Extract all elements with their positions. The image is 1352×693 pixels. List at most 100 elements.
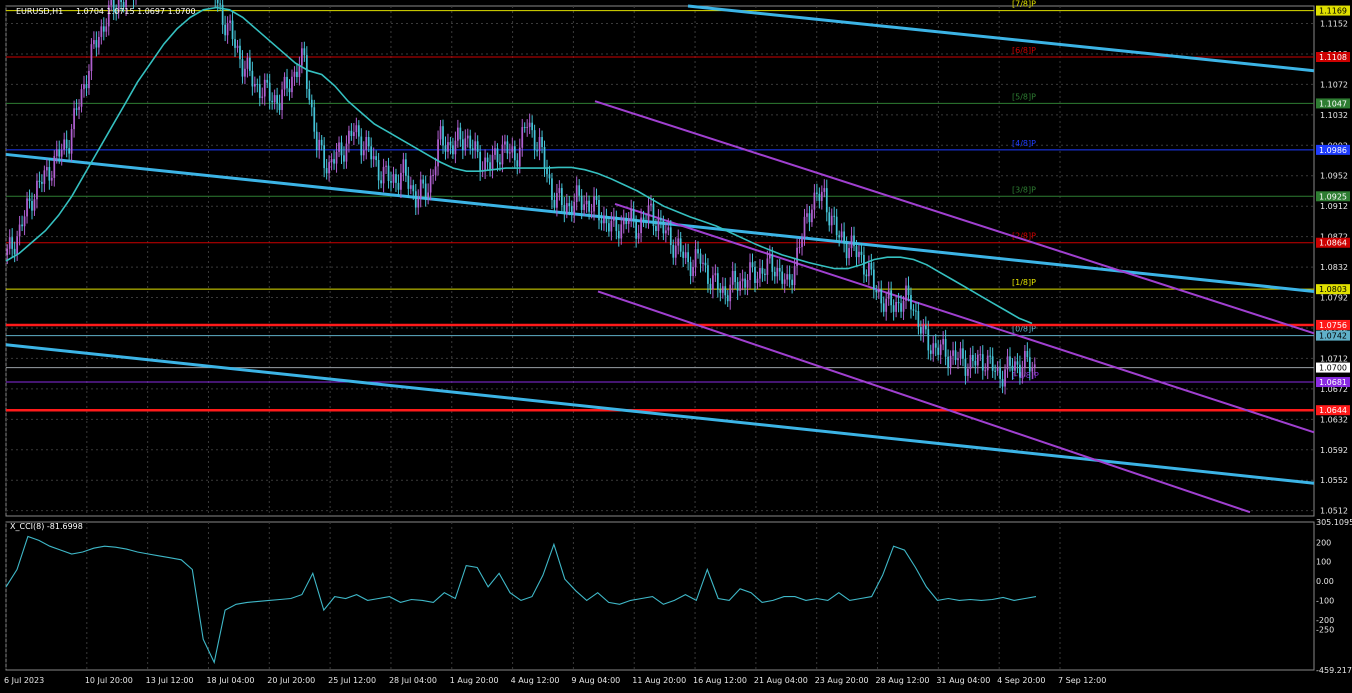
candle-body [476,141,479,152]
candle-body [18,224,21,237]
candle-body [325,168,328,174]
candle-body [256,83,259,85]
candle-body [766,258,769,275]
svg-text:1.1169: 1.1169 [1319,7,1347,16]
candle-body [768,254,771,259]
candle-body [387,165,390,182]
svg-text:1.1108: 1.1108 [1319,53,1347,62]
candle-body [999,367,1001,380]
candle-body [617,231,620,239]
candle-body [816,192,818,194]
price-tick: 1.0912 [1320,202,1348,211]
candle-body [984,370,987,372]
candle-body [608,223,610,232]
candle-body [912,309,915,311]
candle-body [689,262,692,277]
cci-tick: -200 [1316,616,1334,625]
cci-tick: 0.00 [1316,577,1334,586]
candle-body [278,103,281,111]
candle-body [442,126,444,146]
candle-body [298,65,301,78]
candle-body [773,271,776,277]
candle-body [1006,356,1009,370]
candle-body [1016,361,1019,365]
candle-body [1011,365,1014,371]
candle-body [348,130,350,144]
price-badge: 1.0742 [1316,330,1350,341]
candle-body [793,266,796,286]
candle-body [75,108,78,110]
candle-body [38,180,41,182]
candle-body [382,166,385,184]
candle-body [528,122,531,127]
candle-body [288,88,291,93]
candle-body [246,57,249,69]
candle-body [444,145,447,152]
svg-text:1.0742: 1.0742 [1319,332,1347,341]
candle-body [595,196,598,201]
price-chart[interactable]: [7/8]P[6/8]P[5/8]P[4/8]P[3/8]P[2/8]P[1/8… [0,0,1352,693]
candle-body [605,215,608,224]
cci-tick: 305.1095 [1316,518,1352,527]
candle-body [367,136,370,147]
price-badge: 1.0644 [1316,405,1350,416]
candle-body [419,179,422,199]
candle-body [694,249,697,268]
time-tick: 21 Aug 04:00 [754,676,808,685]
candle-body [570,206,573,215]
candle-body [546,168,548,175]
candle-body [362,150,365,156]
candle-body [642,217,645,221]
candle-body [511,146,514,153]
candle-body [585,200,588,205]
candle-body [672,244,675,258]
candle-body [825,188,828,213]
time-tick: 6 Jul 2023 [4,676,44,685]
murray-label: [7/8]P [1012,0,1036,9]
time-tick: 10 Jul 20:00 [85,676,133,685]
candle-body [513,146,516,161]
murray-label: [1/8]P [1012,278,1036,287]
candle-body [719,289,722,293]
candle-body [1019,364,1021,377]
candle-body [486,157,489,163]
svg-text:1.0700: 1.0700 [1319,364,1347,373]
candle-body [471,148,474,151]
price-badge: 1.0803 [1316,284,1350,295]
candle-body [219,3,222,5]
candle-body [516,160,519,167]
candle-body [677,238,680,246]
candle-body [865,274,868,277]
price-badge: 1.1108 [1316,52,1350,62]
candle-body [892,305,895,312]
candle-body [1021,367,1024,377]
candle-body [301,48,303,66]
candle-body [340,142,343,156]
candle-body [1031,367,1034,372]
candle-body [263,79,266,97]
candle-body [1028,357,1031,372]
candle-body [390,181,392,183]
candle-body [305,55,308,89]
svg-text:1.0644: 1.0644 [1319,406,1347,415]
candle-body [110,0,113,6]
candle-body [682,251,685,258]
candle-body [296,71,298,78]
candle-body [105,26,108,32]
candle-body [944,338,947,357]
candle-body [590,211,593,213]
candle-body [603,215,605,224]
time-tick: 4 Aug 12:00 [511,676,560,685]
candle-body [910,295,912,310]
time-tick: 7 Sep 12:00 [1058,676,1106,685]
candle-body [588,200,590,212]
candle-body [989,355,992,357]
candle-body [385,165,387,167]
candle-body [258,84,261,98]
candle-body [756,278,759,283]
candle-body [803,216,806,238]
candle-body [853,235,855,247]
candle-body [994,370,997,372]
candle-body [907,285,910,296]
candle-body [674,245,677,258]
